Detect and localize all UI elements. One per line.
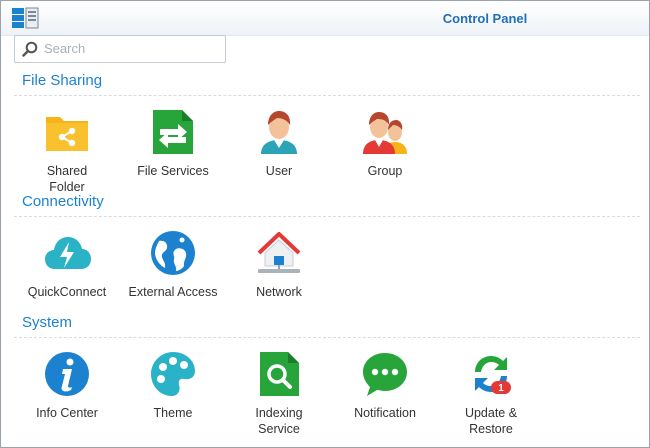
tile-label: User xyxy=(265,164,293,178)
window-title: Control Panel xyxy=(442,11,528,26)
indexing-service-icon xyxy=(260,352,299,396)
tile-label: Notification xyxy=(354,406,416,420)
group-icon xyxy=(363,112,407,154)
tile-external-access[interactable]: External Access xyxy=(121,229,225,325)
tile-label: Shared Folder xyxy=(46,164,88,194)
external-access-icon xyxy=(151,231,195,275)
file-services-icon xyxy=(153,110,193,154)
update-restore-icon: 1 xyxy=(475,356,511,394)
user-icon xyxy=(261,111,297,154)
notification-icon xyxy=(363,353,407,396)
search-input[interactable] xyxy=(44,38,220,58)
tile-label: External Access xyxy=(128,285,218,299)
tile-notification[interactable]: Notification xyxy=(333,350,437,446)
title-bar[interactable]: Control Panel xyxy=(1,1,649,36)
control-panel-window: Control Panel File Sharing SharedFolder xyxy=(0,0,650,448)
shared-folder-icon xyxy=(46,117,88,151)
control-panel-app-icon xyxy=(12,7,39,29)
search-icon xyxy=(22,41,38,57)
tile-update-restore[interactable]: 1 Update & Restore xyxy=(439,350,543,446)
tile-indexing-service[interactable]: Indexing Service xyxy=(227,350,331,446)
update-badge-count: 1 xyxy=(498,383,504,394)
section-divider xyxy=(14,337,640,338)
tile-info-center[interactable]: Info Center xyxy=(15,350,119,446)
section-title-file-sharing: File Sharing xyxy=(22,72,103,89)
tile-theme[interactable]: Theme xyxy=(121,350,225,446)
search-box[interactable] xyxy=(14,35,226,63)
tile-label: QuickConnect xyxy=(27,285,107,299)
section-divider xyxy=(14,95,640,96)
tile-network[interactable]: Network xyxy=(227,229,331,325)
network-icon xyxy=(257,232,301,273)
tile-label: Info Center xyxy=(36,406,98,420)
quickconnect-icon xyxy=(45,237,91,269)
section-title-system: System xyxy=(22,314,73,331)
info-center-icon xyxy=(45,352,89,396)
tile-file-services[interactable]: File Services xyxy=(121,108,225,204)
tile-label: Indexing Service xyxy=(255,406,303,436)
tile-label: Update & Restore xyxy=(464,406,518,436)
tile-label: File Services xyxy=(137,164,209,178)
tile-quickconnect[interactable]: QuickConnect xyxy=(15,229,119,325)
tile-user[interactable]: User xyxy=(227,108,331,204)
tile-label: Network xyxy=(256,285,302,299)
tile-label: Theme xyxy=(153,406,193,420)
section-divider xyxy=(14,216,640,217)
theme-icon xyxy=(151,352,195,396)
section-title-connectivity: Connectivity xyxy=(22,193,104,210)
tile-label: Group xyxy=(367,164,403,178)
tile-group[interactable]: Group xyxy=(333,108,437,204)
tile-shared-folder[interactable]: Shared Folder xyxy=(15,108,119,204)
